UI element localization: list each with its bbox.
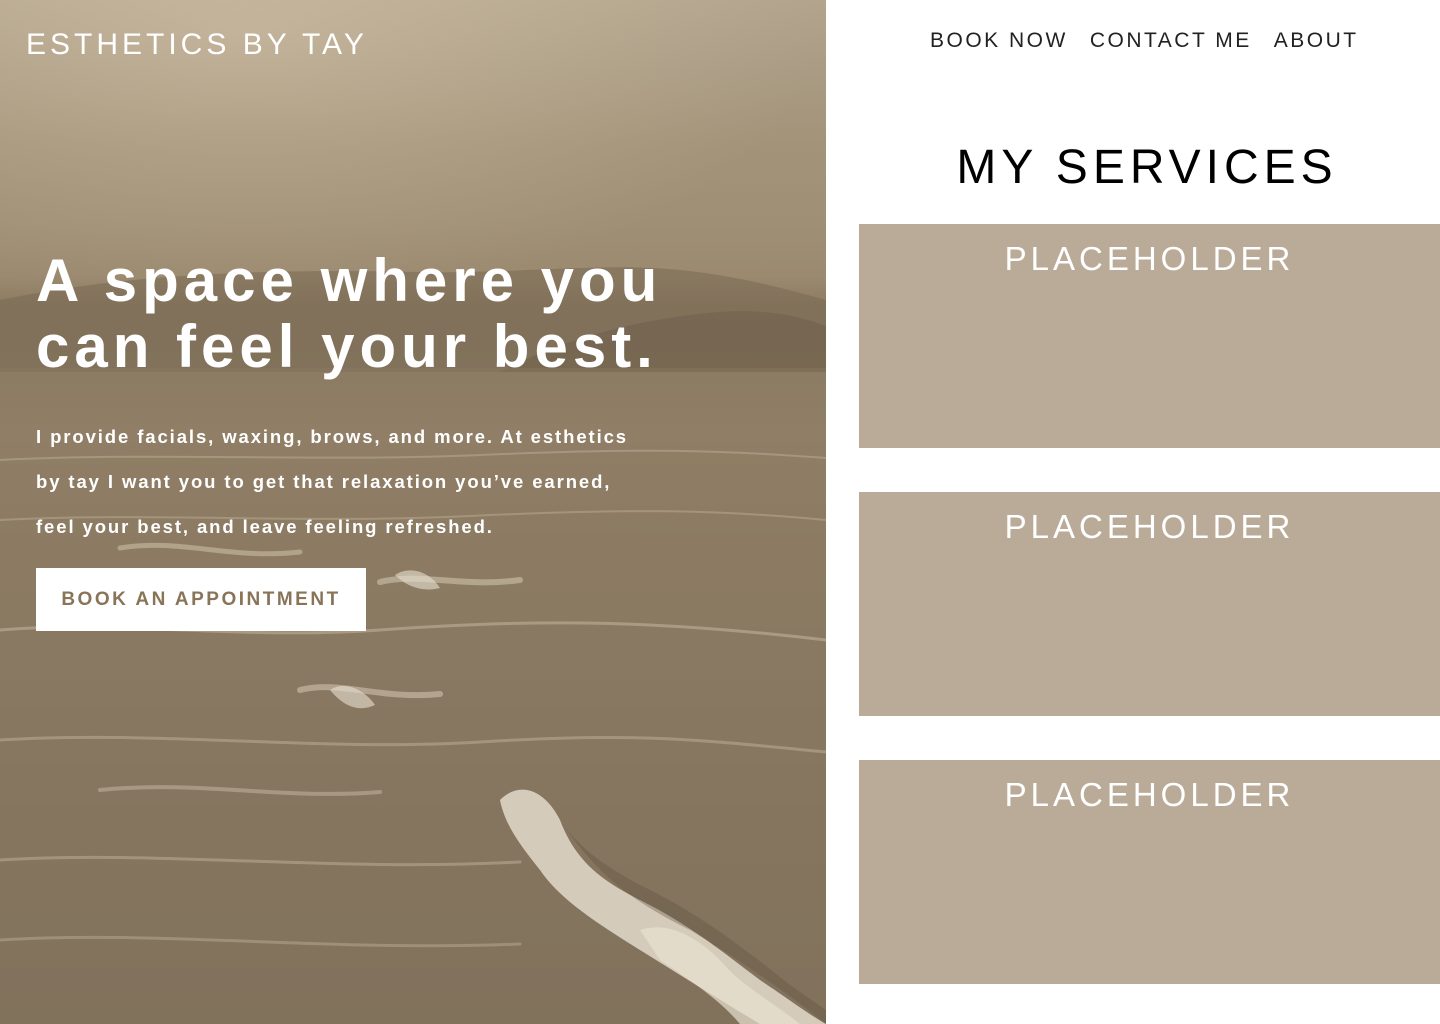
- nav-about[interactable]: ABOUT: [1274, 29, 1359, 53]
- service-card-title: PLACEHOLDER: [1004, 776, 1295, 813]
- services-title: MY SERVICES: [956, 141, 1338, 194]
- hero-intro-line-3: feel your best, and leave feeling refres…: [36, 516, 494, 537]
- brand-logo[interactable]: ESTHETICS BY TAY: [26, 28, 368, 62]
- hero-headline: A space where you can feel your best.: [36, 248, 796, 380]
- main-nav: BOOK NOW CONTACT ME ABOUT: [930, 29, 1359, 53]
- service-card-3[interactable]: PLACEHOLDER: [859, 760, 1440, 984]
- service-card-1[interactable]: PLACEHOLDER: [859, 224, 1440, 448]
- hero-intro-line-2: by tay I want you to get that relaxation…: [36, 471, 612, 492]
- hero-headline-line-2: can feel your best.: [36, 313, 658, 380]
- hero-section: ESTHETICS BY TAY A space where you can f…: [0, 0, 826, 1024]
- service-card-2[interactable]: PLACEHOLDER: [859, 492, 1440, 716]
- services-panel: BOOK NOW CONTACT ME ABOUT MY SERVICES PL…: [826, 0, 1440, 1024]
- service-card-title: PLACEHOLDER: [1004, 508, 1295, 545]
- nav-contact-me[interactable]: CONTACT ME: [1090, 29, 1252, 53]
- book-appointment-button[interactable]: BOOK AN APPOINTMENT: [36, 568, 366, 631]
- hero-headline-line-1: A space where you: [36, 247, 663, 314]
- nav-book-now[interactable]: BOOK NOW: [930, 29, 1068, 53]
- page: ESTHETICS BY TAY A space where you can f…: [0, 0, 1440, 1024]
- service-card-title: PLACEHOLDER: [1004, 240, 1295, 277]
- hero-intro: I provide facials, waxing, brows, and mo…: [36, 414, 686, 549]
- hero-intro-line-1: I provide facials, waxing, brows, and mo…: [36, 426, 628, 447]
